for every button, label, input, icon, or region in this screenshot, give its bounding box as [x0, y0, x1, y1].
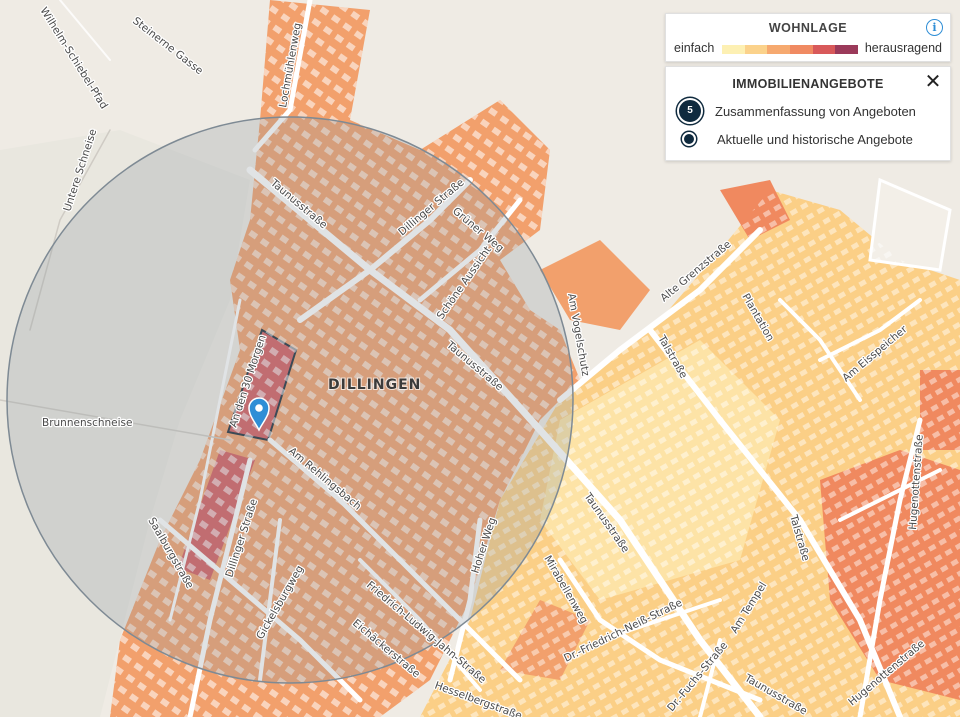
legend-high-label: herausragend — [864, 41, 942, 55]
legend-color-scale — [722, 45, 859, 54]
wohnlage-legend: WOHNLAGE i einfach herausragend — [665, 13, 951, 62]
panel-title: IMMOBILIENANGEBOTE — [732, 77, 884, 91]
legend-title: WOHNLAGE — [768, 21, 848, 35]
offer-dot-icon — [682, 132, 696, 146]
info-icon[interactable]: i — [926, 19, 943, 36]
legend-item-label: Aktuelle und historische Angebote — [717, 131, 913, 147]
legend-swatch — [790, 45, 813, 54]
legend-item-label: Zusammenfassung von Angeboten — [715, 103, 916, 119]
legend-item-offers[interactable]: Aktuelle und historische Angebote — [674, 127, 913, 151]
legend-item-summary[interactable]: 5 Zusammenfassung von Angeboten — [674, 98, 916, 124]
close-icon[interactable]: ✕ — [924, 71, 942, 91]
legend-low-label: einfach — [674, 41, 715, 55]
legend-swatch — [835, 45, 859, 54]
legend-swatch — [812, 45, 836, 54]
district-label: DILLINGEN — [328, 377, 421, 393]
legend-swatch — [767, 45, 791, 54]
legend-swatch — [744, 45, 768, 54]
immobilienangebote-panel: IMMOBILIENANGEBOTE ✕ 5 Zusammenfassung v… — [665, 66, 951, 161]
street-label: Brunnenschneise — [42, 417, 132, 429]
legend-swatch — [722, 45, 745, 54]
cluster-marker-icon: 5 — [677, 98, 703, 124]
